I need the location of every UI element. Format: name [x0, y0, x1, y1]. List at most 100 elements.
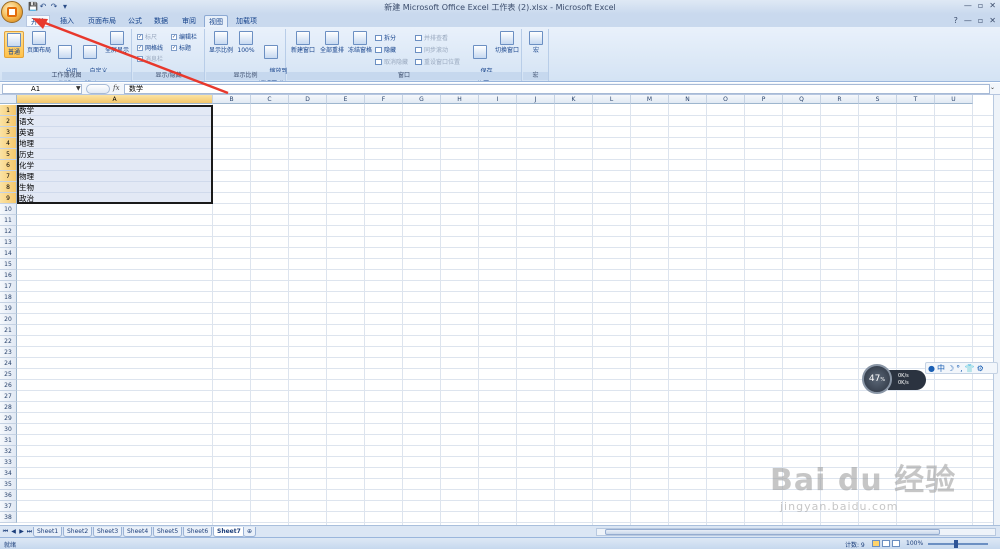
sheet-tab-sheet5[interactable]: Sheet5 [153, 527, 183, 537]
cell-a1[interactable]: 数学 [19, 105, 34, 116]
row-header-4[interactable]: 4 [0, 138, 17, 149]
ruler-checkbox[interactable]: ✓ 标尺 [137, 32, 157, 41]
column-header-m[interactable]: M [631, 95, 669, 104]
message-bar-checkbox[interactable]: 消息栏 [137, 54, 163, 63]
close-icon[interactable]: ✕ [989, 1, 996, 10]
zoom-button[interactable]: 显示比例 [208, 31, 234, 54]
normal-view-shortcut-icon[interactable] [872, 540, 880, 547]
horizontal-scroll-thumb[interactable] [605, 529, 940, 535]
column-header-r[interactable]: R [821, 95, 859, 104]
wb-minimize-icon[interactable]: — [964, 16, 972, 25]
arrange-all-button[interactable]: 全部重排 [318, 31, 346, 54]
help-icon[interactable]: ? [954, 16, 958, 25]
zoom-to-selection-button[interactable]: 缩放到 选定区域 [258, 31, 287, 89]
row-header-26[interactable]: 26 [0, 380, 17, 391]
last-sheet-icon[interactable]: ⏭ [26, 528, 33, 536]
row-header-18[interactable]: 18 [0, 292, 17, 303]
tab-formulas[interactable]: 公式 [124, 15, 146, 27]
zoom-slider-knob[interactable] [954, 540, 958, 548]
page-layout-view-button[interactable]: 页面布局 [26, 31, 52, 54]
column-header-s[interactable]: S [859, 95, 897, 104]
row-header-28[interactable]: 28 [0, 402, 17, 413]
select-all-corner[interactable] [0, 95, 17, 104]
row-header-35[interactable]: 35 [0, 479, 17, 490]
selected-range-a1-a9[interactable] [17, 105, 213, 204]
sheet-tab-sheet3[interactable]: Sheet3 [93, 527, 123, 537]
sheet-tab-sheet1[interactable]: Sheet1 [33, 527, 63, 537]
row-header-11[interactable]: 11 [0, 215, 17, 226]
switch-windows-button[interactable]: 切换窗口 [493, 31, 521, 54]
tab-home[interactable]: 开始 [26, 15, 50, 27]
view-side-by-side-button[interactable]: 并排查看 [415, 33, 448, 42]
column-header-d[interactable]: D [289, 95, 327, 104]
macros-button[interactable]: 宏 [526, 31, 546, 54]
row-header-12[interactable]: 12 [0, 226, 17, 237]
full-screen-button[interactable]: 全屏显示 [104, 31, 130, 54]
column-header-j[interactable]: J [517, 95, 555, 104]
row-header-6[interactable]: 6 [0, 160, 17, 171]
unhide-button[interactable]: 取消隐藏 [375, 57, 408, 66]
page-break-preview-button[interactable]: 分页 预览 [54, 31, 77, 89]
cell-a2[interactable]: 语文 [19, 116, 34, 127]
column-header-e[interactable]: E [327, 95, 365, 104]
row-header-34[interactable]: 34 [0, 468, 17, 479]
row-header-23[interactable]: 23 [0, 347, 17, 358]
custom-views-button[interactable]: 自定义 视图 [78, 31, 107, 89]
horizontal-scrollbar[interactable] [596, 528, 996, 536]
column-header-p[interactable]: P [745, 95, 783, 104]
next-sheet-icon[interactable]: ▶ [18, 528, 25, 536]
column-header-a[interactable]: A [17, 95, 213, 104]
row-header-22[interactable]: 22 [0, 336, 17, 347]
zoom-level[interactable]: 100% [906, 540, 923, 547]
column-header-l[interactable]: L [593, 95, 631, 104]
cell-a3[interactable]: 英语 [19, 127, 34, 138]
ime-punctuation-icon[interactable]: °, [956, 364, 963, 373]
normal-view-button[interactable]: 普通 [4, 31, 24, 58]
cell-a6[interactable]: 化学 [19, 160, 34, 171]
row-header-31[interactable]: 31 [0, 435, 17, 446]
reset-window-position-button[interactable]: 重设窗口位置 [415, 57, 460, 66]
row-header-7[interactable]: 7 [0, 171, 17, 182]
column-header-k[interactable]: K [555, 95, 593, 104]
row-header-38[interactable]: 38 [0, 512, 17, 523]
sheet-tab-sheet6[interactable]: Sheet6 [183, 527, 213, 537]
zoom-100-button[interactable]: 100% [236, 31, 256, 54]
row-header-37[interactable]: 37 [0, 501, 17, 512]
freeze-panes-button[interactable]: 冻结窗格 [347, 31, 373, 54]
row-header-24[interactable]: 24 [0, 358, 17, 369]
insert-function[interactable]: fx [86, 84, 122, 94]
network-speed-widget[interactable]: 0K/s 0K/s 47% [862, 364, 926, 394]
cell-a8[interactable]: 生物 [19, 182, 34, 193]
formula-bar-checkbox[interactable]: ✓ 编辑栏 [171, 32, 197, 41]
row-header-10[interactable]: 10 [0, 204, 17, 215]
cell-a4[interactable]: 地理 [19, 138, 34, 149]
new-window-button[interactable]: 新建窗口 [289, 31, 317, 54]
column-header-b[interactable]: B [213, 95, 251, 104]
tab-data[interactable]: 数据 [150, 15, 172, 27]
cell-a7[interactable]: 物理 [19, 171, 34, 182]
cell-a5[interactable]: 历史 [19, 149, 34, 160]
hide-button[interactable]: 隐藏 [375, 45, 396, 54]
first-sheet-icon[interactable]: ⏮ [2, 528, 9, 536]
row-header-1[interactable]: 1 [0, 105, 17, 116]
row-header-33[interactable]: 33 [0, 457, 17, 468]
column-header-i[interactable]: I [479, 95, 517, 104]
gridlines-checkbox[interactable]: ✓ 网格线 [137, 43, 163, 52]
cell-a9[interactable]: 政治 [19, 193, 34, 204]
column-header-t[interactable]: T [897, 95, 935, 104]
tab-review[interactable]: 审阅 [178, 15, 200, 27]
column-header-f[interactable]: F [365, 95, 403, 104]
row-header-9[interactable]: 9 [0, 193, 17, 204]
office-button[interactable] [1, 1, 23, 23]
row-header-27[interactable]: 27 [0, 391, 17, 402]
column-header-h[interactable]: H [441, 95, 479, 104]
sheet-tab-sheet2[interactable]: Sheet2 [63, 527, 93, 537]
name-box-dropdown-icon[interactable]: ▼ [76, 85, 81, 92]
name-box[interactable]: A1 [2, 84, 82, 94]
row-header-19[interactable]: 19 [0, 303, 17, 314]
sync-scroll-button[interactable]: 同步滚动 [415, 45, 448, 54]
insert-sheet-icon[interactable]: ⊕ [243, 527, 257, 537]
tab-view[interactable]: 视图 [204, 15, 228, 27]
ime-settings-icon[interactable]: ⚙ [977, 364, 984, 373]
prev-sheet-icon[interactable]: ◀ [10, 528, 17, 536]
